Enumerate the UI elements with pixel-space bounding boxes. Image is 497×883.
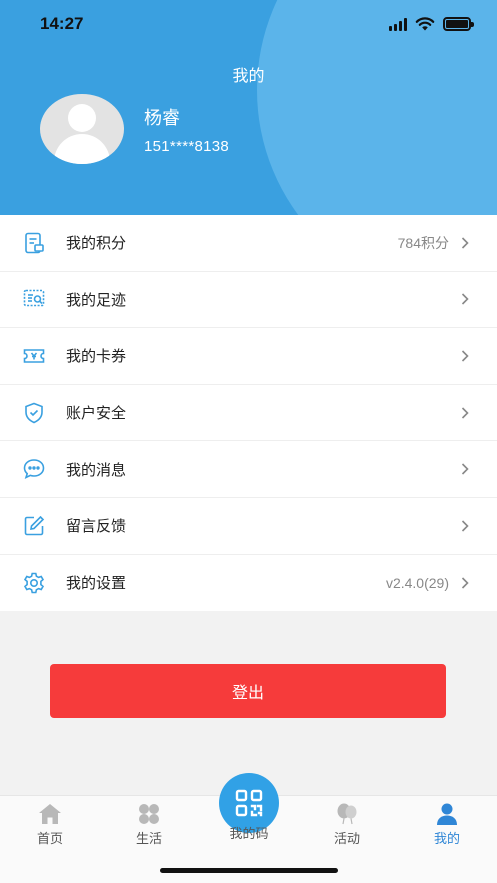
person-icon xyxy=(435,802,459,826)
chevron-right-icon xyxy=(461,463,469,475)
edit-icon xyxy=(21,513,47,539)
menu-item-label: 我的消息 xyxy=(66,460,127,479)
page-title: 我的 xyxy=(232,66,265,85)
menu-item-coupons[interactable]: 我的卡券 xyxy=(0,328,497,385)
menu-item-label: 我的积分 xyxy=(66,234,127,253)
menu-item-label: 我的设置 xyxy=(66,574,127,593)
message-icon xyxy=(21,456,47,482)
battery-icon xyxy=(443,17,474,31)
status-bar: 14:27 xyxy=(0,14,497,38)
home-icon xyxy=(38,802,62,826)
menu-item-label: 留言反馈 xyxy=(66,517,127,536)
tab-activity[interactable]: 活动 xyxy=(307,802,387,847)
chevron-right-icon xyxy=(461,237,469,249)
footprint-icon xyxy=(21,286,47,312)
tab-label: 生活 xyxy=(135,832,162,847)
user-name: 杨睿 xyxy=(144,108,180,129)
coupon-icon xyxy=(21,343,47,369)
status-icons xyxy=(389,17,474,31)
balloon-icon xyxy=(335,802,359,826)
qrcode-icon xyxy=(235,789,263,817)
wifi-icon xyxy=(415,17,435,31)
logout-button[interactable]: 登出 xyxy=(50,664,446,718)
clover-icon xyxy=(137,802,161,826)
chevron-right-icon xyxy=(461,520,469,532)
menu-item-footprint[interactable]: 我的足迹 xyxy=(0,272,497,329)
tab-label: 活动 xyxy=(333,832,360,847)
points-value: 784积分 xyxy=(397,234,449,251)
signal-icon xyxy=(389,17,407,31)
chevron-right-icon xyxy=(461,293,469,305)
gear-icon xyxy=(21,570,47,596)
avatar[interactable] xyxy=(40,94,124,164)
version-value: v2.4.0(29) xyxy=(385,574,449,591)
tab-label: 首页 xyxy=(36,832,63,847)
tab-mine[interactable]: 我的 xyxy=(407,802,487,847)
points-icon xyxy=(21,230,47,256)
menu-item-label: 账户安全 xyxy=(66,404,127,423)
menu-list: 我的积分 784积分 我的足迹 我的卡券 账户安全 我的消息 留言反馈 我的设置… xyxy=(0,215,497,612)
home-indicator xyxy=(160,868,338,873)
chevron-right-icon xyxy=(461,407,469,419)
menu-item-feedback[interactable]: 留言反馈 xyxy=(0,498,497,555)
menu-item-settings[interactable]: 我的设置 v2.4.0(29) xyxy=(0,555,497,612)
menu-item-security[interactable]: 账户安全 xyxy=(0,385,497,442)
tab-label: 我的 xyxy=(433,832,460,847)
profile-header: 14:27 我的 杨睿 151****8138 xyxy=(0,0,497,215)
menu-item-label: 我的足迹 xyxy=(66,290,127,309)
user-phone: 151****8138 xyxy=(144,138,230,155)
menu-item-messages[interactable]: 我的消息 xyxy=(0,441,497,498)
status-time: 14:27 xyxy=(40,14,84,33)
shield-icon xyxy=(21,400,47,426)
tab-life[interactable]: 生活 xyxy=(109,802,189,847)
menu-item-points[interactable]: 我的积分 784积分 xyxy=(0,215,497,272)
tab-label: 我的码 xyxy=(229,827,269,842)
tab-home[interactable]: 首页 xyxy=(10,802,90,847)
menu-item-label: 我的卡券 xyxy=(66,347,127,366)
chevron-right-icon xyxy=(461,350,469,362)
chevron-right-icon xyxy=(461,577,469,589)
